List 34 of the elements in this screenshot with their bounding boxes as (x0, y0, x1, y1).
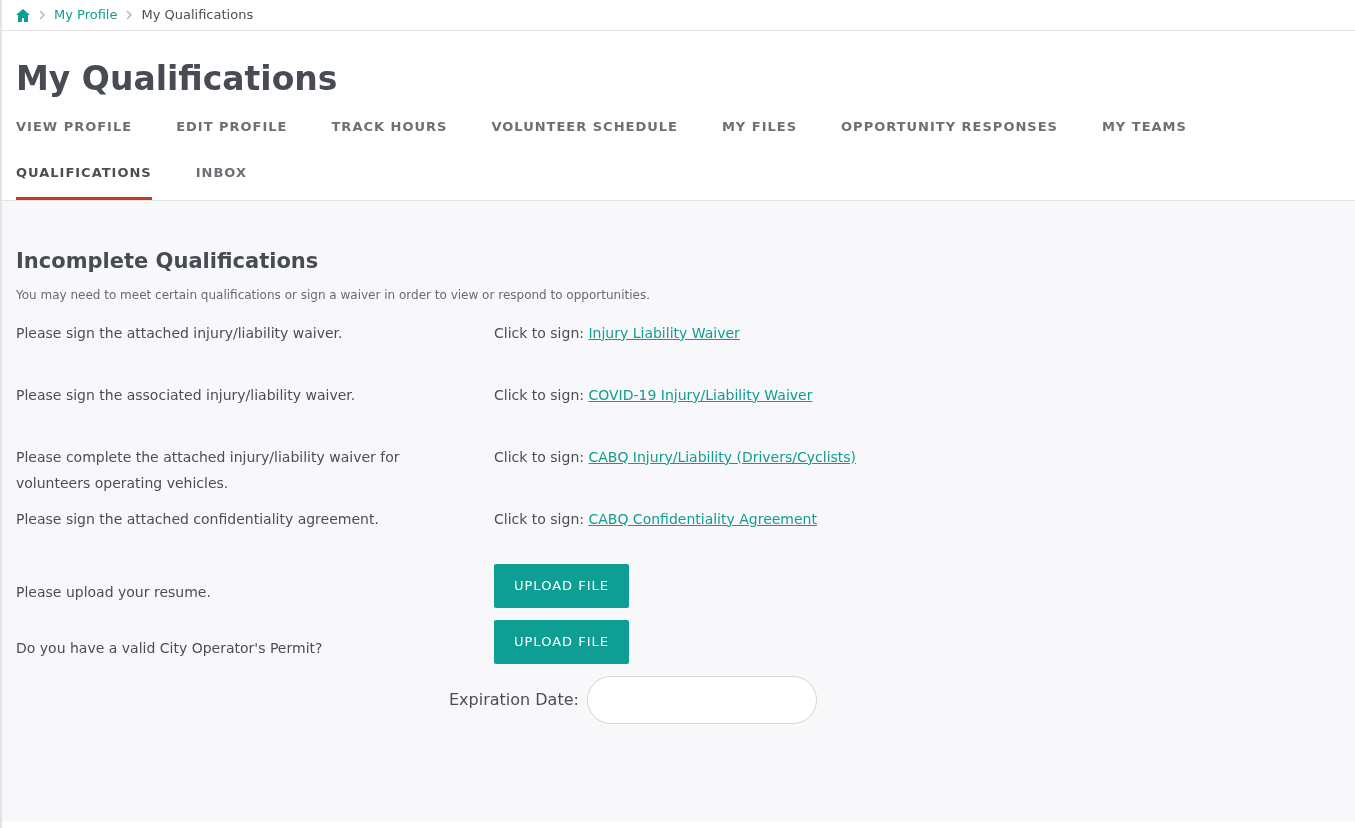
sign-prompt: Click to sign: (494, 510, 584, 527)
tab[interactable]: OPPORTUNITY RESPONSES (841, 106, 1058, 154)
tab[interactable]: VOLUNTEER SCHEDULE (491, 106, 678, 154)
section-description: You may need to meet certain qualifications or sign a waiver in order to view or respond to opportunities. (16, 286, 651, 304)
chevron-icon (125, 10, 134, 20)
requirement-text: Please complete the attached injury/liability waiver for volunteers operating vehicles. (16, 448, 400, 491)
sign-prompt: Click to sign: (494, 448, 584, 465)
tab[interactable]: MY TEAMS (1101, 106, 1187, 154)
waiver-link[interactable]: COVID-19 Injury/Liability Waiver (588, 386, 813, 403)
requirement-text: Please sign the associated injury/liability waiver. (16, 386, 356, 403)
page-title: My Qualifications (16, 59, 339, 99)
waiver-link[interactable]: CABQ Injury/Liability (Drivers/Cyclists) (588, 448, 857, 465)
chevron-icon (38, 10, 46, 20)
sign-prompt: Click to sign: (494, 324, 584, 341)
tab[interactable]: VIEW PROFILE (16, 106, 133, 154)
tab[interactable]: TRACK HOURS (331, 106, 448, 154)
breadcrumb-current: My Qualifications (141, 6, 254, 25)
waiver-link[interactable]: CABQ Confidentiality Agreement (588, 510, 817, 527)
requirement-text: Please sign the attached confidentiality agreement. (16, 510, 379, 527)
date-label: Expiration Date: (449, 688, 579, 711)
requirement-text: Please sign the attached injury/liability waiver. (16, 324, 343, 341)
section-title: Incomplete Qualifications (16, 248, 320, 274)
upload-file-button[interactable]: UPLOAD FILE (494, 563, 629, 608)
tab[interactable]: INBOX (195, 153, 247, 200)
requirement-text: Do you have a valid City Operator's Permit? (16, 639, 323, 656)
tab[interactable]: MY FILES (721, 106, 798, 154)
date-field[interactable] (586, 675, 817, 724)
sign-prompt: Click to sign: (494, 386, 584, 403)
upload-file-button[interactable]: UPLOAD FILE (494, 619, 629, 664)
breadcrumb-link[interactable]: My Profile (54, 5, 118, 25)
tab[interactable]: EDIT PROFILE (176, 106, 288, 154)
home-icon[interactable] (16, 8, 30, 22)
requirement-text: Please upload your resume. (16, 583, 211, 600)
waiver-link[interactable]: Injury Liability Waiver (588, 324, 740, 341)
